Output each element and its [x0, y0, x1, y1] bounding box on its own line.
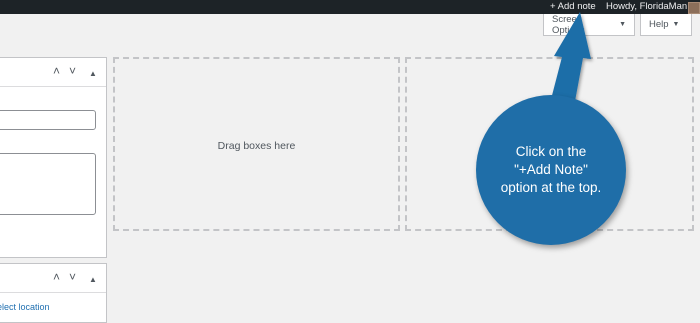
callout-line-2: "+Add Note"	[514, 162, 588, 177]
callout-line-3: option at the top.	[500, 180, 602, 195]
callout-bubble: Click on the "+Add Note" option at the t…	[476, 95, 626, 245]
callout-line-1: Click on the	[515, 144, 587, 159]
